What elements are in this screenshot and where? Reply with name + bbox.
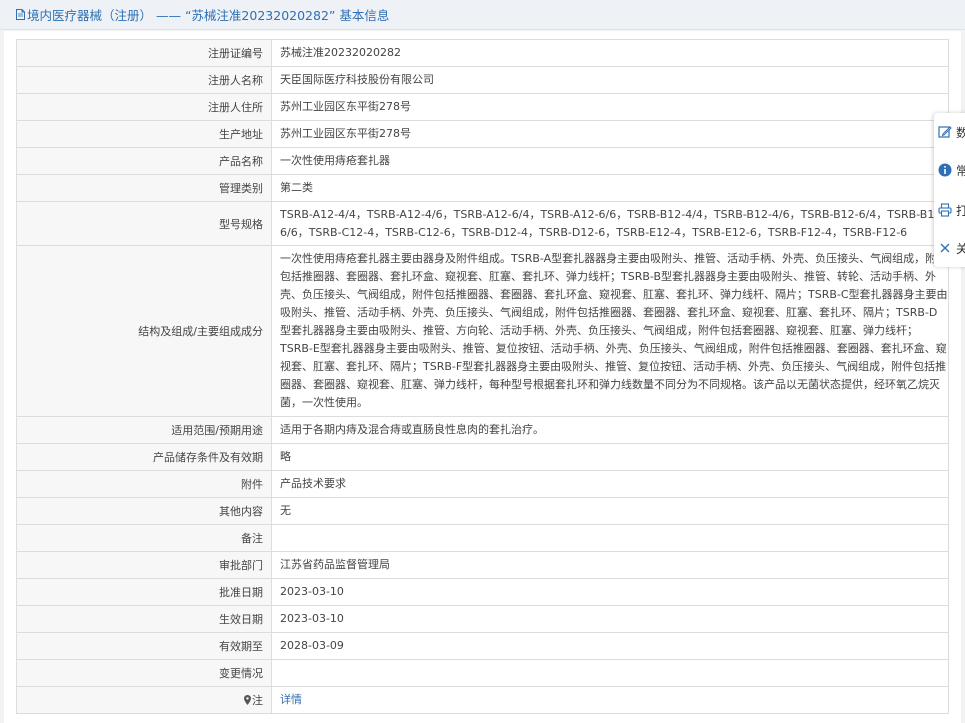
- table-row: 审批部门 江苏省药品监督管理局: [16, 551, 949, 579]
- row-value: 2028-03-09: [271, 632, 949, 660]
- row-label: 注册人住所: [16, 93, 272, 121]
- print-icon: [938, 203, 952, 217]
- row-value: 天臣国际医疗科技股份有限公司: [271, 66, 949, 94]
- side-item-label: 打: [956, 203, 965, 218]
- side-item-label: 数: [956, 125, 965, 140]
- side-item-common[interactable]: 常: [938, 155, 965, 185]
- row-label-note: 注: [16, 686, 272, 714]
- row-label: 型号规格: [16, 201, 272, 246]
- row-label: 审批部门: [16, 551, 272, 579]
- table-row: 适用范围/预期用途 适用于各期内痔及混合痔或直肠良性息肉的套扎治疗。: [16, 416, 949, 444]
- row-label: 生产地址: [16, 120, 272, 148]
- row-label: 结构及组成/主要组成成分: [16, 245, 272, 417]
- table-row: 产品名称 一次性使用痔疮套扎器: [16, 147, 949, 175]
- details-link[interactable]: 详情: [280, 693, 302, 706]
- row-label: 注册证编号: [16, 39, 272, 67]
- row-value: TSRB-A12-4/4，TSRB-A12-4/6，TSRB-A12-6/4，T…: [271, 201, 949, 246]
- location-pin-icon: [244, 695, 251, 705]
- side-item-label: 常: [956, 163, 965, 178]
- document-icon: [16, 9, 25, 20]
- content-panel: 注册证编号 苏械注准20232020282 注册人名称 天臣国际医疗科技股份有限…: [4, 31, 961, 723]
- row-label: 变更情况: [16, 659, 272, 687]
- row-value: [271, 524, 949, 552]
- table-row: 备注: [16, 524, 949, 552]
- row-label: 其他内容: [16, 497, 272, 525]
- row-value: 一次性使用痔疮套扎器主要由器身及附件组成。TSRB-A型套扎器器身主要由吸附头、…: [271, 245, 949, 417]
- note-label: 注: [252, 694, 263, 707]
- row-label: 有效期至: [16, 632, 272, 660]
- table-row: 注册证编号 苏械注准20232020282: [16, 39, 949, 67]
- side-item-print[interactable]: 打: [938, 195, 965, 225]
- row-value: 苏州工业园区东平街278号: [271, 93, 949, 121]
- row-value: 详情: [271, 686, 949, 714]
- info-circle-icon: [938, 163, 952, 177]
- table-row: 批准日期 2023-03-10: [16, 578, 949, 606]
- edit-icon: [938, 126, 952, 138]
- side-item-close[interactable]: 关: [938, 233, 965, 263]
- page-title: 境内医疗器械（注册） —— “苏械注准20232020282” 基本信息: [27, 8, 390, 23]
- row-label: 附件: [16, 470, 272, 498]
- table-row: 注 详情: [16, 686, 949, 714]
- row-label: 注册人名称: [16, 66, 272, 94]
- row-label: 生效日期: [16, 605, 272, 633]
- side-toolbar: 数 常 打 关: [934, 113, 965, 267]
- row-label: 产品名称: [16, 147, 272, 175]
- table-row: 变更情况: [16, 659, 949, 687]
- row-value: 2023-03-10: [271, 578, 949, 606]
- table-row: 生产地址 苏州工业园区东平街278号: [16, 120, 949, 148]
- row-label: 管理类别: [16, 174, 272, 202]
- row-label: 备注: [16, 524, 272, 552]
- row-label: 适用范围/预期用途: [16, 416, 272, 444]
- side-item-label: 关: [956, 241, 965, 256]
- row-value: [271, 659, 949, 687]
- table-row: 管理类别 第二类: [16, 174, 949, 202]
- row-value: 苏械注准20232020282: [271, 39, 949, 67]
- row-value: 2023-03-10: [271, 605, 949, 633]
- row-value: 江苏省药品监督管理局: [271, 551, 949, 579]
- row-label: 批准日期: [16, 578, 272, 606]
- side-item-data[interactable]: 数: [938, 117, 965, 147]
- row-value: 一次性使用痔疮套扎器: [271, 147, 949, 175]
- table-row: 附件 产品技术要求: [16, 470, 949, 498]
- table-row: 型号规格 TSRB-A12-4/4，TSRB-A12-4/6，TSRB-A12-…: [16, 201, 949, 246]
- row-value: 略: [271, 443, 949, 471]
- page-header: 境内医疗器械（注册） —— “苏械注准20232020282” 基本信息: [0, 0, 965, 30]
- table-row: 有效期至 2028-03-09: [16, 632, 949, 660]
- row-value: 产品技术要求: [271, 470, 949, 498]
- table-row: 注册人名称 天臣国际医疗科技股份有限公司: [16, 66, 949, 94]
- table-row: 其他内容 无: [16, 497, 949, 525]
- row-value: 适用于各期内痔及混合痔或直肠良性息肉的套扎治疗。: [271, 416, 949, 444]
- table-row: 产品储存条件及有效期 略: [16, 443, 949, 471]
- table-row: 注册人住所 苏州工业园区东平街278号: [16, 93, 949, 121]
- close-icon: [940, 243, 950, 253]
- table-row: 结构及组成/主要组成成分 一次性使用痔疮套扎器主要由器身及附件组成。TSRB-A…: [16, 245, 949, 417]
- info-table: 注册证编号 苏械注准20232020282 注册人名称 天臣国际医疗科技股份有限…: [16, 39, 949, 714]
- table-row: 生效日期 2023-03-10: [16, 605, 949, 633]
- row-label: 产品储存条件及有效期: [16, 443, 272, 471]
- row-value: 无: [271, 497, 949, 525]
- row-value: 第二类: [271, 174, 949, 202]
- row-value: 苏州工业园区东平街278号: [271, 120, 949, 148]
